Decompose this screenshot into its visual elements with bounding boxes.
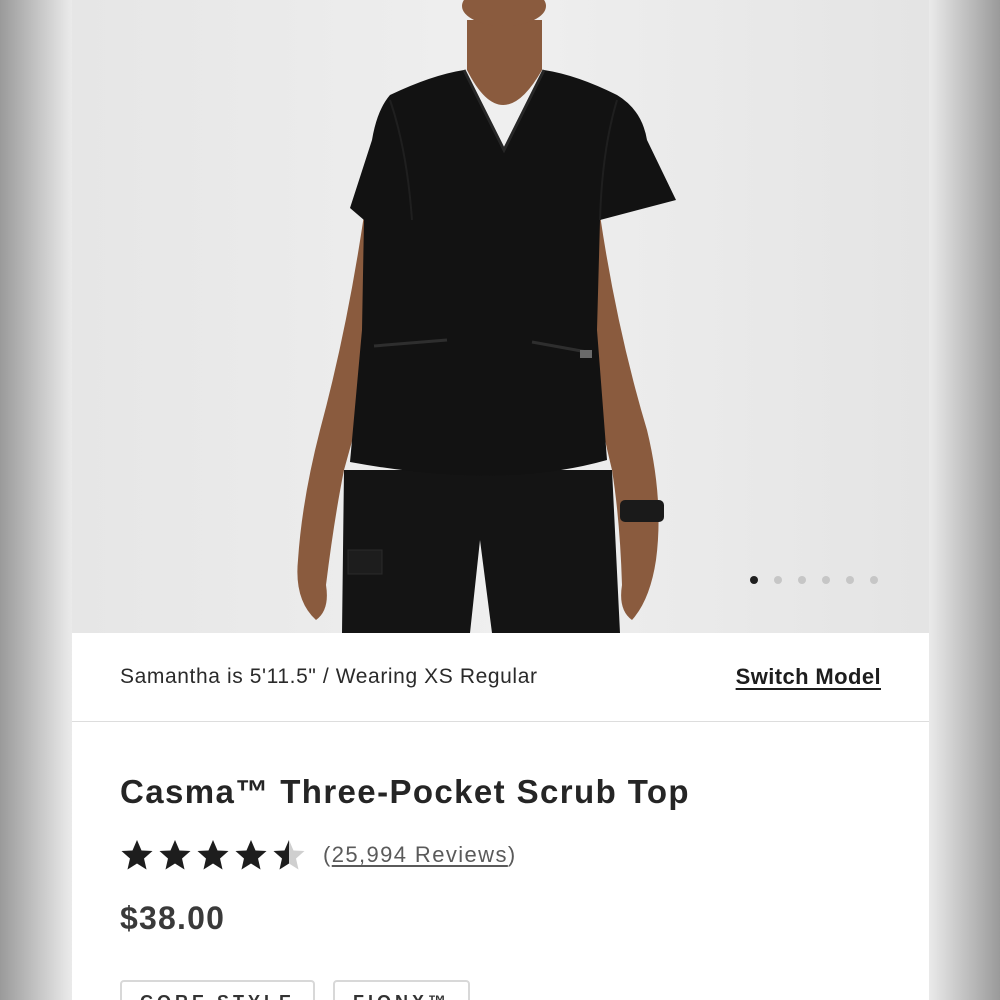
gallery-dot[interactable] — [750, 576, 758, 584]
product-photo — [72, 0, 929, 633]
star-icon — [273, 840, 305, 870]
star-icon — [197, 840, 229, 870]
product-page: Samantha is 5'11.5" / Wearing XS Regular… — [72, 0, 929, 1000]
product-title: Casma™ Three-Pocket Scrub Top — [120, 773, 690, 810]
model-info-text: Samantha is 5'11.5" / Wearing XS Regular — [120, 665, 538, 688]
product-tags: CORE STYLE FIONX™ — [120, 980, 471, 1000]
gallery-dot[interactable] — [870, 576, 878, 584]
rating-stars — [120, 838, 306, 872]
gallery-dot[interactable] — [846, 576, 854, 584]
product-price: $38.00 — [120, 900, 226, 936]
star-icon — [235, 840, 267, 870]
gallery-dot[interactable] — [822, 576, 830, 584]
star-icon — [121, 840, 153, 870]
gallery-pagination — [750, 576, 878, 584]
switch-model-link[interactable]: Switch Model — [736, 664, 881, 690]
product-image-gallery[interactable] — [72, 0, 929, 633]
gallery-dot[interactable] — [774, 576, 782, 584]
star-icon — [159, 840, 191, 870]
tag-core-style: CORE STYLE — [120, 980, 316, 1000]
tag-fionx: FIONX™ — [333, 980, 471, 1000]
reviews-count: (25,994 Reviews) — [323, 842, 517, 867]
gallery-dot[interactable] — [798, 576, 806, 584]
model-info-bar: Samantha is 5'11.5" / Wearing XS Regular… — [72, 633, 929, 722]
product-rating: (25,994 Reviews) — [120, 838, 517, 872]
reviews-link[interactable]: 25,994 Reviews — [332, 842, 508, 867]
